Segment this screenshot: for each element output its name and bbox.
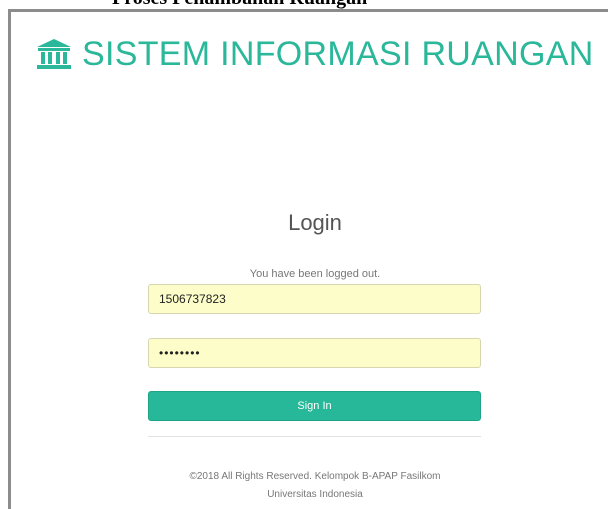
caption-text: Proses Penambahan Ruangan [112,0,367,9]
frame-border-left [8,9,11,509]
document-caption: Proses Penambahan Ruangan [0,0,608,9]
sign-in-label: Sign In [297,400,332,412]
app-header: SISTEM INFORMASI RUANGAN [36,30,594,78]
divider [148,436,481,437]
browser-viewport [0,9,608,509]
password-input[interactable] [148,338,481,368]
sign-in-button[interactable]: Sign In [148,391,481,421]
footer-university: Universitas Indonesia [267,489,363,500]
login-title: Login [288,210,342,235]
university-icon [37,39,71,69]
app-title: SISTEM INFORMASI RUANGAN [82,34,594,73]
frame-border-top [8,9,608,12]
footer: ©2018 All Rights Reserved. Kelompok B-AP… [100,468,530,504]
footer-copyright: ©2018 All Rights Reserved. Kelompok B-AP… [189,471,441,482]
logout-message: You have been logged out. [249,268,381,280]
username-input[interactable] [148,284,481,314]
